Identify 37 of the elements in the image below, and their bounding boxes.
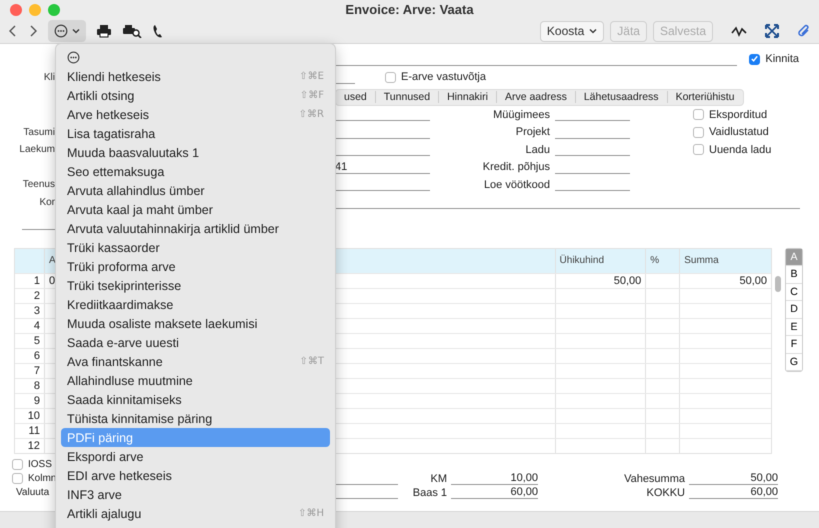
total-field: 60,00 [451,486,538,499]
total-field: 10,00 [451,472,538,485]
column-header: % [645,248,680,272]
field-label: Laekum [18,144,55,156]
row-number: 11 [28,424,41,438]
field-label: KM [430,472,448,484]
window-title: Envoice: Arve: Vaata [345,2,474,17]
field-label: Kli [42,72,55,82]
field-label: Müügimees [492,108,551,121]
row-number: 2 [32,288,41,302]
table-cell: 50,00 [679,274,771,288]
field-label: Kredit. põhjus [482,161,551,174]
field-label: Loe vöötkood [482,178,551,191]
table-cell: 50,00 [554,274,646,288]
field-label: Projekt [514,126,551,138]
total-field: 60,00 [689,486,778,499]
row-number: 9 [32,394,41,408]
field-label: Tasumi [22,126,55,138]
row-number: 7 [32,364,41,378]
row-number: 1 [32,274,41,288]
row-number: 12 [26,438,41,452]
row-number: 6 [32,348,41,362]
field-label: Kor [38,197,55,208]
field-label: Teenus [22,179,55,190]
field-label: Ladu [524,144,551,156]
row-number: 3 [32,304,41,318]
field-label: Baas 1 [412,486,448,498]
column-header: Summa [679,248,771,272]
column-header: Ühikuhind [554,248,646,272]
row-number: 4 [32,318,41,332]
field-label: Vahesumma [623,472,686,484]
field-label: Valuuta [16,487,50,498]
field-label: KOKKU [645,486,686,498]
row-number: 10 [26,408,41,422]
row-number: 8 [32,378,41,392]
total-field: 50,00 [689,472,778,485]
row-number: 5 [32,334,41,348]
